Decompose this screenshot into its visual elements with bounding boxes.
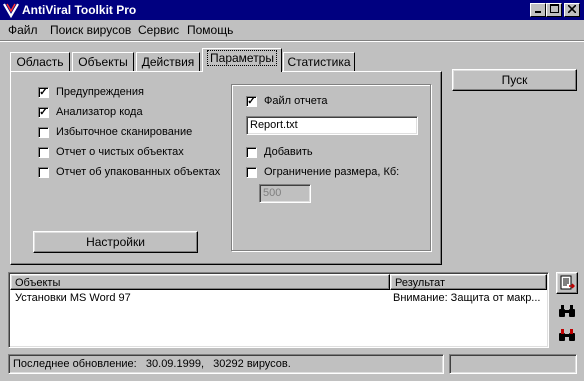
clean-report-checkbox[interactable] <box>38 147 49 158</box>
report-file-checkbox[interactable]: ✓ <box>246 96 257 107</box>
tab-area[interactable]: Область <box>10 52 70 71</box>
size-limit-checkbox[interactable] <box>246 167 257 178</box>
find-button[interactable] <box>556 300 578 322</box>
report-file-label: Файл отчета <box>264 95 328 107</box>
report-button[interactable] <box>556 272 578 294</box>
code-analyzer-checkbox[interactable]: ✓ <box>38 107 49 118</box>
minimize-icon <box>535 11 541 13</box>
warnings-checkbox[interactable]: ✓ <box>38 87 49 98</box>
tab-actions[interactable]: Действия <box>136 52 200 71</box>
clean-report-label: Отчет о чистых объектах <box>56 146 184 158</box>
list-item[interactable]: Установки MS Word 97 Внимание: Защита от… <box>10 292 547 306</box>
warnings-label: Предупреждения <box>56 86 144 98</box>
menu-virus-search[interactable]: Поиск вирусов <box>50 23 131 37</box>
redundant-scan-label: Избыточное сканирование <box>56 126 193 138</box>
status-bar-secondary <box>449 354 577 374</box>
redundant-scan-checkbox[interactable] <box>38 127 49 138</box>
menu-service[interactable]: Сервис <box>138 23 179 37</box>
menu-help[interactable]: Помощь <box>187 23 233 37</box>
minimize-button[interactable] <box>530 3 546 17</box>
size-limit-label: Ограничение размера, Кб: <box>264 166 400 178</box>
binoculars-icon <box>559 305 575 317</box>
size-limit-input[interactable]: 500 <box>259 184 311 203</box>
menu-bar: Файл Поиск вирусов Сервис Помощь <box>0 21 584 40</box>
tab-statistics[interactable]: Статистика <box>283 52 355 71</box>
report-file-input[interactable]: Report.txt <box>246 116 418 135</box>
report-icon <box>560 275 576 290</box>
start-button[interactable]: Пуск <box>452 69 577 91</box>
title-bar: AntiViral Toolkit Pro <box>0 0 584 20</box>
window-title: AntiViral Toolkit Pro <box>22 3 137 17</box>
append-label: Добавить <box>264 146 313 158</box>
packed-report-label: Отчет об упакованных объектах <box>56 166 221 178</box>
menu-separator <box>0 40 584 42</box>
find-next-button[interactable] <box>556 324 578 346</box>
menu-file[interactable]: Файл <box>8 23 38 37</box>
tab-objects[interactable]: Объекты <box>72 52 134 71</box>
append-checkbox[interactable] <box>246 147 257 158</box>
tab-parameters[interactable]: Параметры <box>202 48 282 72</box>
status-bar-main: Последнее обновление: 30.09.1999, 30292 … <box>8 354 444 374</box>
close-icon <box>567 4 577 14</box>
col-header-result[interactable]: Результат <box>390 274 547 290</box>
col-header-objects[interactable]: Объекты <box>10 274 390 290</box>
close-button[interactable] <box>564 3 580 17</box>
maximize-icon <box>549 4 559 13</box>
code-analyzer-label: Анализатор кода <box>56 106 143 118</box>
list-item-result: Внимание: Защита от макр... <box>393 292 541 304</box>
status-text: Последнее обновление: 30.09.1999, 30292 … <box>13 358 291 370</box>
settings-button[interactable]: Настройки <box>33 231 198 253</box>
binoculars-red-icon <box>559 329 575 341</box>
list-item-object: Установки MS Word 97 <box>15 292 131 304</box>
packed-report-checkbox[interactable] <box>38 167 49 178</box>
app-icon[interactable] <box>3 2 19 19</box>
maximize-button[interactable] <box>546 3 562 17</box>
